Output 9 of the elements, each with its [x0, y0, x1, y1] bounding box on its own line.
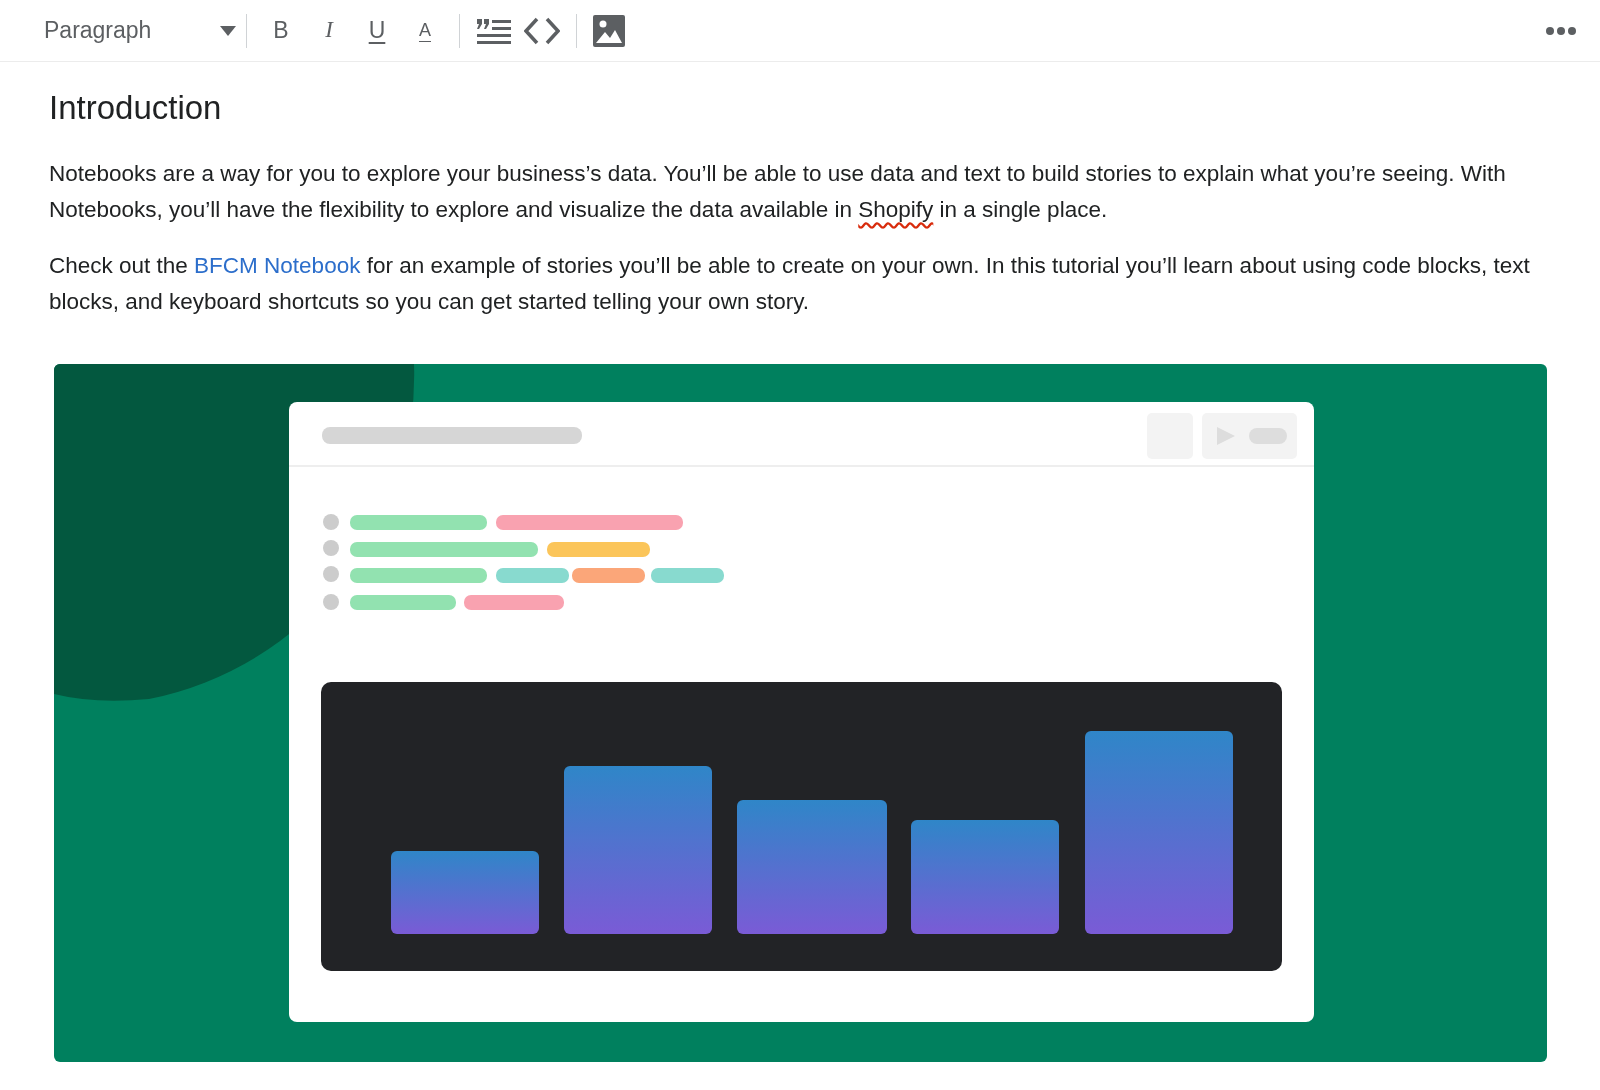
- underline-button[interactable]: U: [353, 13, 401, 48]
- bold-button[interactable]: B: [257, 13, 305, 48]
- text-color-button[interactable]: A: [401, 17, 449, 44]
- heading: Introduction: [49, 88, 223, 128]
- paragraph: Check out the BFCM Notebook for an example of stories you’ll be able to create on your own. In this tutorial you’ll learn about using code blocks, text blocks, and keyboard shortcuts so you can get started telling your own story.: [49, 251, 1531, 316]
- paragraph: Notebooks are a way for you to explore your business’s data. You’ll be able to use data and text to build stories to explain what you’re seeing. With Notebooks, you’ll have the flexibility to explore and visualize the data available in Shopify in a single place.: [49, 159, 1507, 224]
- italic-button[interactable]: I: [305, 13, 353, 48]
- block-style-dropdown[interactable]: Paragraph: [44, 13, 236, 48]
- link[interactable]: BFCM Notebook: [194, 252, 361, 278]
